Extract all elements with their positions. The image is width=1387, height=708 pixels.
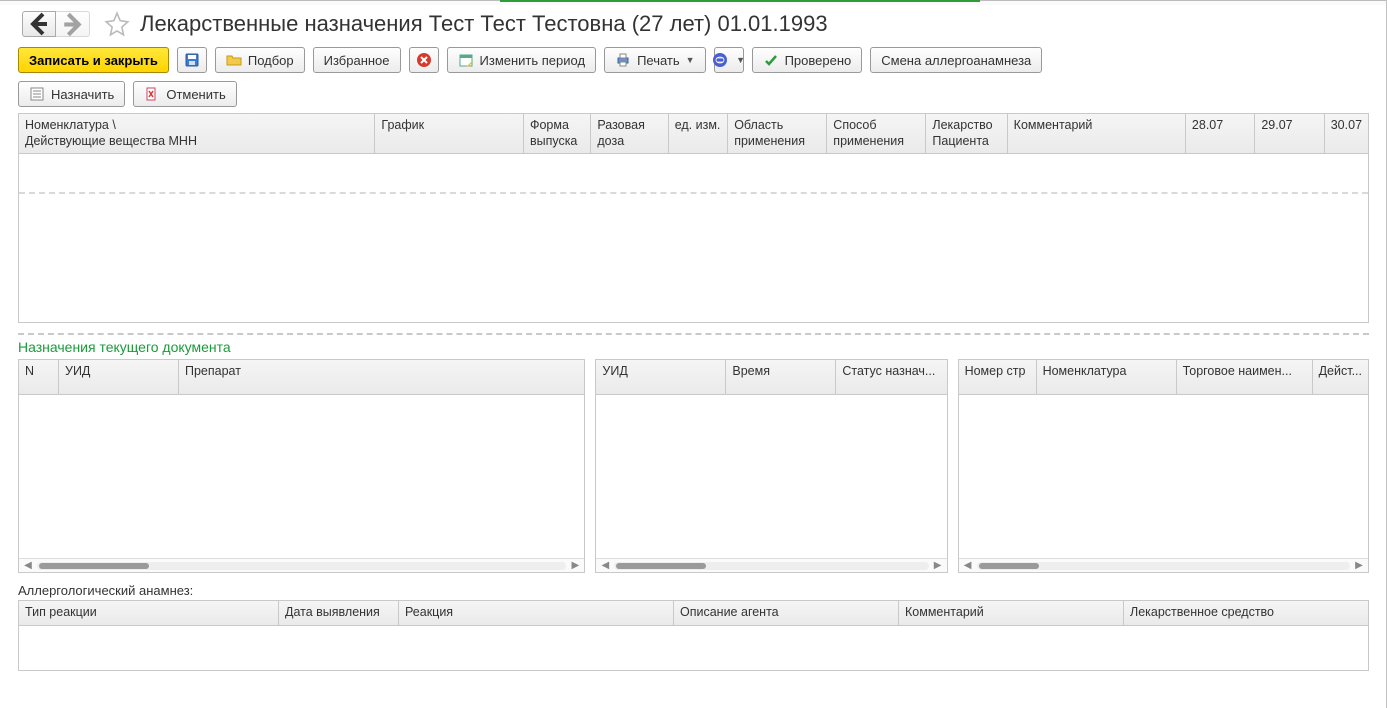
cancel-button[interactable]: Отменить (133, 81, 236, 107)
list-icon (29, 86, 45, 102)
favorites-button[interactable]: Избранное (313, 47, 401, 73)
panel-nomenclature[interactable]: Номер стр Номенклатура Торговое наимен..… (958, 359, 1369, 573)
dropdown-icon: ▼ (736, 55, 745, 65)
folder-icon (226, 52, 242, 68)
print-icon (615, 52, 631, 68)
main-toolbar: Записать и закрыть Подбор Избранное Изме… (0, 43, 1387, 77)
col-comment[interactable]: Комментарий (899, 601, 1124, 625)
allergy-grid[interactable]: Тип реакции Дата выявления Реакция Описа… (18, 600, 1369, 671)
grid-header-row: Номенклатура \ Действующие вещества МНН … (19, 114, 1368, 154)
button-label: Записать и закрыть (29, 53, 158, 68)
col-drug[interactable]: Препарат (179, 360, 584, 394)
secondary-toolbar: Назначить Отменить (0, 77, 1387, 111)
col-n[interactable]: N (19, 360, 59, 394)
col-unit[interactable]: ед. изм. (669, 114, 729, 153)
check-icon (763, 52, 779, 68)
button-label: Смена аллергоанамнеза (881, 53, 1031, 68)
scroll-left-icon[interactable]: ◀ (600, 560, 610, 571)
allergy-label: Аллергологический анамнез: (0, 573, 1387, 600)
col-method[interactable]: Способ применения (827, 114, 926, 153)
col-nomenclature[interactable]: Номенклатура (1037, 360, 1177, 394)
col-date[interactable]: Дата выявления (279, 601, 399, 625)
button-label: Избранное (324, 53, 390, 68)
col-area[interactable]: Область применения (728, 114, 827, 153)
button-label: Печать (637, 53, 680, 68)
button-label: Проверено (785, 53, 852, 68)
col-time[interactable]: Время (726, 360, 836, 394)
col-row-num[interactable]: Номер стр (959, 360, 1037, 394)
panel-schedule[interactable]: УИД Время Статус назнач... ◀ ▶ (595, 359, 947, 573)
col-comment[interactable]: Комментарий (1008, 114, 1186, 153)
button-label: Отменить (166, 87, 225, 102)
button-label: Подбор (248, 53, 294, 68)
col-schedule[interactable]: График (375, 114, 524, 153)
save-close-button[interactable]: Записать и закрыть (18, 47, 169, 73)
prescriptions-grid[interactable]: Номенклатура \ Действующие вещества МНН … (18, 113, 1369, 323)
scroll-left-icon[interactable]: ◀ (963, 560, 973, 571)
external-link-button[interactable]: ▼ (714, 47, 744, 73)
col-uid[interactable]: УИД (59, 360, 179, 394)
button-label: Назначить (51, 87, 114, 102)
col-date-2[interactable]: 29.07 (1255, 114, 1324, 153)
col-date-1[interactable]: 28.07 (1186, 114, 1255, 153)
verified-button[interactable]: Проверено (752, 47, 863, 73)
scroll-right-icon[interactable]: ▶ (1354, 560, 1364, 571)
cancel-icon (144, 86, 160, 102)
change-period-button[interactable]: Изменить период (447, 47, 597, 73)
col-action[interactable]: Дейст... (1313, 360, 1368, 394)
nav-forward-button (56, 11, 90, 37)
button-label: Изменить период (480, 53, 586, 68)
scroll-left-icon[interactable]: ◀ (23, 560, 33, 571)
col-uid[interactable]: УИД (596, 360, 726, 394)
page-title: Лекарственные назначения Тест Тест Тесто… (140, 11, 828, 37)
delete-button[interactable] (409, 47, 439, 73)
assign-button[interactable]: Назначить (18, 81, 125, 107)
col-patient-med[interactable]: Лекарство Пациента (926, 114, 1007, 153)
panel-prescriptions-list[interactable]: N УИД Препарат ◀ ▶ (18, 359, 585, 573)
col-status[interactable]: Статус назнач... (836, 360, 946, 394)
nav-back-button[interactable] (22, 11, 56, 37)
col-drug[interactable]: Лекарственное средство (1124, 601, 1368, 625)
section-title: Назначения текущего документа (0, 339, 1387, 359)
save-icon (184, 52, 200, 68)
calendar-edit-icon (458, 52, 474, 68)
pick-button[interactable]: Подбор (215, 47, 305, 73)
col-form[interactable]: Форма выпуска (524, 114, 591, 153)
dropdown-icon: ▼ (686, 55, 695, 65)
h-scrollbar[interactable]: ◀ ▶ (596, 558, 946, 572)
favorite-star-icon[interactable] (104, 11, 130, 37)
col-nomenclature[interactable]: Номенклатура \ Действующие вещества МНН (19, 114, 375, 153)
scroll-right-icon[interactable]: ▶ (933, 560, 943, 571)
col-date-3[interactable]: 30.07 (1325, 114, 1368, 153)
delete-icon (416, 52, 432, 68)
col-reaction-type[interactable]: Тип реакции (19, 601, 279, 625)
col-reaction[interactable]: Реакция (399, 601, 674, 625)
col-dose[interactable]: Разовая доза (591, 114, 668, 153)
h-scrollbar[interactable]: ◀ ▶ (19, 558, 584, 572)
allergy-change-button[interactable]: Смена аллергоанамнеза (870, 47, 1042, 73)
title-bar: Лекарственные назначения Тест Тест Тесто… (0, 5, 1387, 43)
link-icon (712, 52, 728, 68)
scroll-right-icon[interactable]: ▶ (570, 560, 580, 571)
h-scrollbar[interactable]: ◀ ▶ (959, 558, 1368, 572)
col-agent-desc[interactable]: Описание агента (674, 601, 899, 625)
save-button[interactable] (177, 47, 207, 73)
print-button[interactable]: Печать ▼ (604, 47, 706, 73)
col-trade-name[interactable]: Торговое наимен... (1177, 360, 1313, 394)
